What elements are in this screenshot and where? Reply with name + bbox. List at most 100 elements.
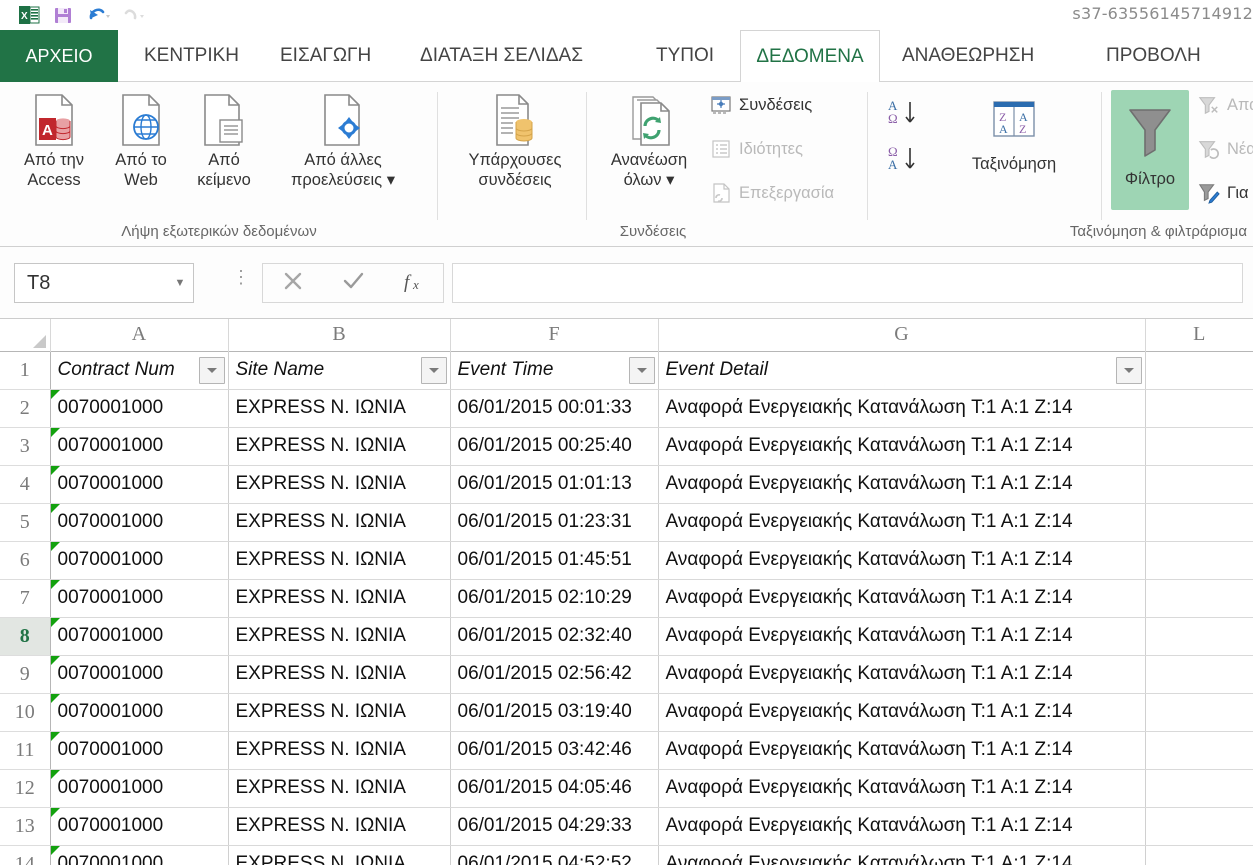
header-cell-contract-number[interactable]: Contract Num [50, 351, 229, 390]
cell-event-detail[interactable]: Αναφορά Ενεργειακής Κατανάλωση T:1 A:1 Z… [658, 807, 1146, 846]
formula-input[interactable] [452, 263, 1243, 303]
cell-empty-L[interactable] [1145, 845, 1253, 865]
cell-event-detail[interactable]: Αναφορά Ενεργειακής Κατανάλωση T:1 A:1 Z… [658, 427, 1146, 466]
row-header-1[interactable]: 1 [0, 351, 51, 390]
advanced-filter-button[interactable]: Για προ [1198, 182, 1253, 204]
header-cell-site-name[interactable]: Site Name [228, 351, 451, 390]
filter-dropdown-F[interactable] [628, 356, 655, 384]
cell-event-detail[interactable]: Αναφορά Ενεργειακής Κατανάλωση T:1 A:1 Z… [658, 845, 1146, 865]
cell-event-detail[interactable]: Αναφορά Ενεργειακής Κατανάλωση T:1 A:1 Z… [658, 503, 1146, 542]
cell-event-time[interactable]: 06/01/2015 03:42:46 [450, 731, 659, 770]
row-header-5[interactable]: 5 [0, 503, 51, 542]
table-row[interactable]: 4 0070001000 EXPRESS N. ΙΩΝΙΑ 06/01/2015 01… [0, 465, 1253, 504]
row-header-2[interactable]: 2 [0, 389, 51, 428]
cell-event-detail[interactable]: Αναφορά Ενεργειακής Κατανάλωση T:1 A:1 Z… [658, 389, 1146, 428]
cell-site-name[interactable]: EXPRESS N. ΙΩΝΙΑ [228, 731, 451, 770]
from-text-button[interactable]: Από κείμενο [178, 90, 270, 190]
row-header-7[interactable]: 7 [0, 579, 51, 618]
cell-event-detail[interactable]: Αναφορά Ενεργειακής Κατανάλωση T:1 A:1 Z… [658, 579, 1146, 618]
row-header-9[interactable]: 9 [0, 655, 51, 694]
cell-empty-L[interactable] [1145, 465, 1253, 504]
cell-site-name[interactable]: EXPRESS N. ΙΩΝΙΑ [228, 503, 451, 542]
cell-site-name[interactable]: EXPRESS N. ΙΩΝΙΑ [228, 769, 451, 808]
cell-site-name[interactable]: EXPRESS N. ΙΩΝΙΑ [228, 579, 451, 618]
tab-insert[interactable]: ΕΙΣΑΓΩΓΗ [264, 30, 387, 82]
cell-empty-L[interactable] [1145, 389, 1253, 428]
filter-dropdown-A[interactable] [198, 356, 225, 384]
table-row[interactable]: 5 0070001000 EXPRESS N. ΙΩΝΙΑ 06/01/2015 01… [0, 503, 1253, 542]
table-row[interactable]: 12 0070001000 EXPRESS N. ΙΩΝΙΑ 06/01/2015 0… [0, 769, 1253, 808]
column-header-G[interactable]: G [658, 319, 1146, 351]
select-all-corner[interactable] [0, 319, 51, 351]
cell-event-time[interactable]: 06/01/2015 01:45:51 [450, 541, 659, 580]
cancel-entry-icon[interactable] [280, 268, 306, 299]
cell-site-name[interactable]: EXPRESS N. ΙΩΝΙΑ [228, 427, 451, 466]
cell-site-name[interactable]: EXPRESS N. ΙΩΝΙΑ [228, 807, 451, 846]
filter-dropdown-B[interactable] [420, 356, 447, 384]
cell-event-time[interactable]: 06/01/2015 02:10:29 [450, 579, 659, 618]
cell-empty-L[interactable] [1145, 731, 1253, 770]
row-header-6[interactable]: 6 [0, 541, 51, 580]
header-cell-event-time[interactable]: Event Time [450, 351, 659, 390]
name-box[interactable]: T8 ▼ [14, 263, 194, 303]
connections-button[interactable]: Συνδέσεις [710, 94, 812, 116]
cell-site-name[interactable]: EXPRESS N. ΙΩΝΙΑ [228, 845, 451, 865]
cell-site-name[interactable]: EXPRESS N. ΙΩΝΙΑ [228, 655, 451, 694]
cell-empty-L[interactable] [1145, 693, 1253, 732]
sort-za-button[interactable]: Ω A [886, 142, 926, 183]
row-header-4[interactable]: 4 [0, 465, 51, 504]
row-header-13[interactable]: 13 [0, 807, 51, 846]
sort-button[interactable]: Z A A Z Ταξινόμηση [924, 96, 1104, 174]
cell-contract-number[interactable]: 0070001000 [50, 655, 229, 694]
cell-contract-number[interactable]: 0070001000 [50, 427, 229, 466]
cell-site-name[interactable]: EXPRESS N. ΙΩΝΙΑ [228, 541, 451, 580]
cell-event-detail[interactable]: Αναφορά Ενεργειακής Κατανάλωση T:1 A:1 Z… [658, 465, 1146, 504]
cell-contract-number[interactable]: 0070001000 [50, 845, 229, 865]
cell-contract-number[interactable]: 0070001000 [50, 731, 229, 770]
cell-empty-L[interactable] [1145, 503, 1253, 542]
row-header-8[interactable]: 8 [0, 617, 51, 656]
cell-contract-number[interactable]: 0070001000 [50, 693, 229, 732]
from-other-sources-button[interactable]: Από άλλες προελεύσεις ▾ [268, 90, 418, 190]
cell-event-time[interactable]: 06/01/2015 04:29:33 [450, 807, 659, 846]
cell-site-name[interactable]: EXPRESS N. ΙΩΝΙΑ [228, 465, 451, 504]
row-header-11[interactable]: 11 [0, 731, 51, 770]
cell-contract-number[interactable]: 0070001000 [50, 807, 229, 846]
cell-event-time[interactable]: 06/01/2015 04:05:46 [450, 769, 659, 808]
cell-empty-L[interactable] [1145, 541, 1253, 580]
cell-event-time[interactable]: 06/01/2015 02:56:42 [450, 655, 659, 694]
table-row[interactable]: 14 0070001000 EXPRESS N. ΙΩΝΙΑ 06/01/2015 0… [0, 845, 1253, 865]
cell-event-detail[interactable]: Αναφορά Ενεργειακής Κατανάλωση T:1 A:1 Z… [658, 655, 1146, 694]
cell-contract-number[interactable]: 0070001000 [50, 503, 229, 542]
table-row[interactable]: 13 0070001000 EXPRESS N. ΙΩΝΙΑ 06/01/2015 0… [0, 807, 1253, 846]
tab-file[interactable]: ΑΡΧΕΙΟ [0, 30, 118, 82]
from-access-button[interactable]: A Από την Access [8, 90, 100, 190]
column-header-A[interactable]: A [50, 319, 229, 351]
column-header-L[interactable]: L [1145, 319, 1253, 351]
cell-event-detail[interactable]: Αναφορά Ενεργειακής Κατανάλωση T:1 A:1 Z… [658, 731, 1146, 770]
cell-contract-number[interactable]: 0070001000 [50, 769, 229, 808]
cell-event-time[interactable]: 06/01/2015 04:52:52 [450, 845, 659, 865]
cell-site-name[interactable]: EXPRESS N. ΙΩΝΙΑ [228, 617, 451, 656]
cell-site-name[interactable]: EXPRESS N. ΙΩΝΙΑ [228, 693, 451, 732]
save-icon[interactable] [52, 4, 74, 26]
cell-event-time[interactable]: 06/01/2015 02:32:40 [450, 617, 659, 656]
refresh-all-button[interactable]: Ανανέωση όλων ▾ [594, 90, 704, 190]
cell-event-time[interactable]: 06/01/2015 01:01:13 [450, 465, 659, 504]
cell-event-detail[interactable]: Αναφορά Ενεργειακής Κατανάλωση T:1 A:1 Z… [658, 769, 1146, 808]
cell-event-time[interactable]: 06/01/2015 01:23:31 [450, 503, 659, 542]
column-header-F[interactable]: F [450, 319, 659, 351]
table-row[interactable]: 11 0070001000 EXPRESS N. ΙΩΝΙΑ 06/01/2015 0… [0, 731, 1253, 770]
cell-contract-number[interactable]: 0070001000 [50, 541, 229, 580]
cell-site-name[interactable]: EXPRESS N. ΙΩΝΙΑ [228, 389, 451, 428]
cell-event-detail[interactable]: Αναφορά Ενεργειακής Κατανάλωση T:1 A:1 Z… [658, 541, 1146, 580]
tab-data[interactable]: ΔΕΔΟΜΕΝΑ [740, 30, 880, 83]
cell-contract-number[interactable]: 0070001000 [50, 389, 229, 428]
cell-event-time[interactable]: 06/01/2015 03:19:40 [450, 693, 659, 732]
row-header-3[interactable]: 3 [0, 427, 51, 466]
row-header-12[interactable]: 12 [0, 769, 51, 808]
insert-function-icon[interactable]: f x [400, 268, 426, 299]
cell-empty-L[interactable] [1145, 807, 1253, 846]
row-header-10[interactable]: 10 [0, 693, 51, 732]
name-box-dropdown-icon[interactable]: ▼ [167, 277, 193, 289]
